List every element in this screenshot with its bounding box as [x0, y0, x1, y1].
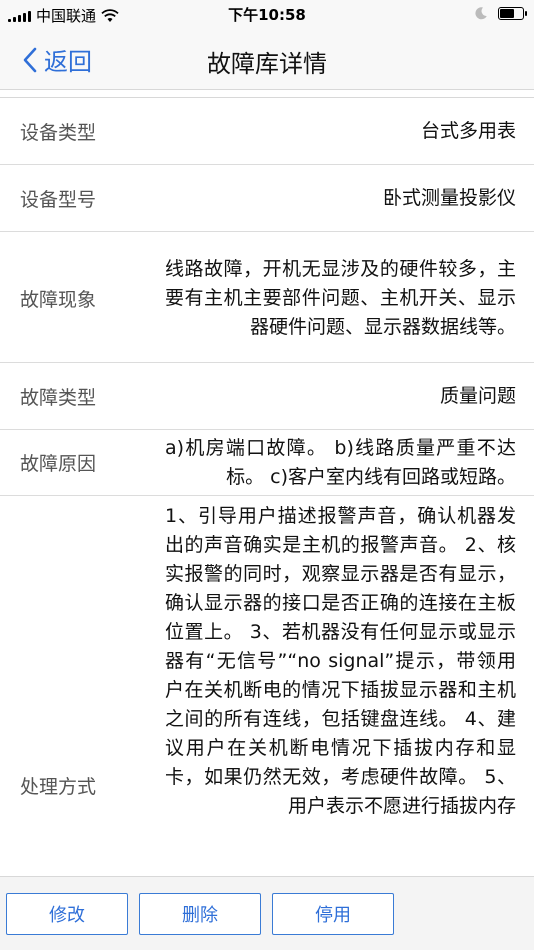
detail-value: 台式多用表: [420, 119, 516, 142]
detail-row-fault-symptom: 故障现象 线路故障，开机无显涉及的硬件较多，主要有主机主要部件问题、主机开关、显…: [0, 232, 534, 363]
page-title: 故障库详情: [207, 50, 327, 78]
disable-button[interactable]: 停用: [272, 893, 394, 935]
detail-label: 故障现象: [20, 289, 97, 311]
detail-value: a)机房端口故障。 b)线路质量严重不达标。 c)客户室内线有回路或短路。: [165, 436, 516, 488]
detail-label: 设备类型: [20, 121, 97, 144]
action-bar: 修改 删除 停用: [0, 876, 534, 950]
detail-label: 故障类型: [20, 386, 97, 409]
detail-row-handling-method: 处理方式 1、引导用户描述报警声音，确认机器发出的声音确实是主机的报警声音。 2…: [0, 496, 534, 875]
detail-value: 1、引导用户描述报警声音，确认机器发出的声音确实是主机的报警声音。 2、核实报警…: [165, 505, 516, 817]
detail-row-fault-cause: 故障原因 a)机房端口故障。 b)线路质量严重不达标。 c)客户室内线有回路或短…: [0, 430, 534, 496]
navigation-bar: 返回 故障库详情: [0, 28, 534, 90]
detail-row-device-type: 设备类型 台式多用表: [0, 98, 534, 165]
status-bar: 中国联通 下午10:58: [0, 0, 534, 28]
detail-row-device-model: 设备型号 卧式测量投影仪: [0, 165, 534, 232]
detail-label: 故障原因: [20, 453, 97, 475]
detail-label: 设备型号: [20, 188, 97, 211]
battery-level: [500, 8, 514, 18]
status-right: [474, 6, 527, 20]
edit-button[interactable]: 修改: [6, 893, 128, 935]
detail-value: 质量问题: [439, 384, 516, 407]
status-time: 下午10:58: [228, 6, 306, 24]
do-not-disturb-moon-icon: [475, 7, 487, 20]
detail-value: 卧式测量投影仪: [382, 186, 516, 209]
detail-label: 处理方式: [20, 776, 97, 798]
delete-button[interactable]: 删除: [139, 893, 261, 935]
battery-icon: [498, 6, 527, 20]
detail-value: 线路故障，开机无显涉及的硬件较多，主要有主机主要部件问题、主机开关、显示器硬件问…: [165, 258, 516, 338]
detail-row-fault-type: 故障类型 质量问题: [0, 363, 534, 430]
detail-list[interactable]: 设备类型 台式多用表 设备型号 卧式测量投影仪 故障现象 线路故障，开机无显涉及…: [0, 97, 534, 875]
